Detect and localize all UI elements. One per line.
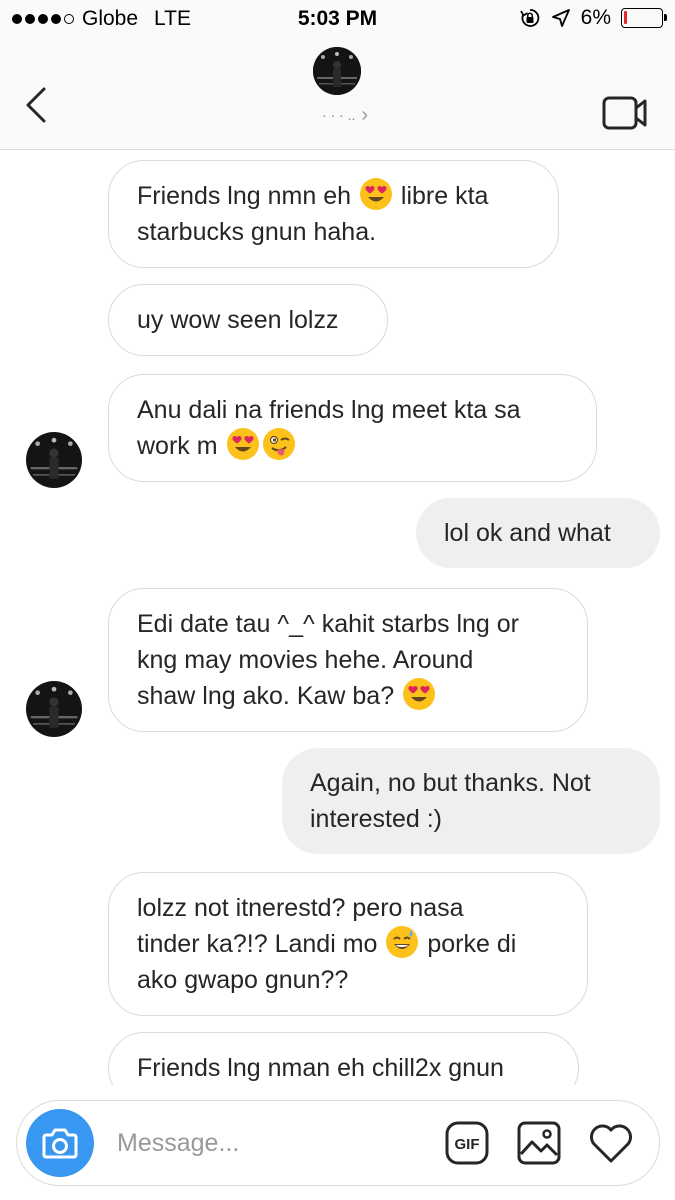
chevron-right-icon: › (361, 103, 369, 126)
message-input[interactable] (117, 1123, 417, 1163)
message-text: kng may movies hehe. Around (137, 646, 474, 674)
heart-eyes-emoji-icon (403, 678, 436, 710)
message-text: Friends lng nman eh chill2x gnun (137, 1054, 504, 1082)
message-text: libre kta (393, 182, 489, 210)
rotation-lock-icon (519, 9, 539, 27)
heart-eyes-emoji-icon (226, 428, 259, 460)
heart-eyes-emoji-icon (359, 178, 392, 210)
message-text: interested :) (310, 805, 443, 833)
battery-level (624, 11, 627, 24)
message-text: Friends lng nmn eh (137, 182, 358, 210)
received-message-bubble[interactable]: Anu dali na friends lng meet kta sa work … (108, 374, 597, 482)
sender-avatar[interactable] (26, 681, 82, 737)
status-right: 6% (519, 6, 667, 30)
conversation-header: · · · .. › (0, 40, 675, 150)
sent-message-bubble[interactable]: lol ok and what (416, 498, 660, 568)
message-text: lolzz not itnerestd? pero nasa (137, 894, 464, 922)
wink-tongue-emoji-icon (262, 428, 295, 460)
message-text: starbucks gnun haha. (137, 218, 377, 246)
message-text: porke di (420, 930, 517, 958)
video-camera-icon[interactable] (602, 96, 648, 130)
message-thread[interactable]: Friends lng nmn eh libre kta starbucks gn… (0, 151, 675, 1085)
message-text: lol ok and what (444, 519, 611, 547)
message-text: shaw lng ako. Kaw ba? (137, 682, 402, 710)
received-message-bubble[interactable]: lolzz not itnerestd? pero nasa tinder ka?… (108, 872, 588, 1016)
sent-message-bubble[interactable]: Again, no but thanks. Not interested :) (282, 748, 660, 854)
gif-label: GIF (455, 1136, 480, 1153)
battery-icon (621, 8, 667, 28)
location-arrow-icon (551, 9, 570, 27)
gif-icon: GIF (445, 1121, 489, 1165)
message-text: tinder ka?!? Landi mo (137, 930, 385, 958)
image-icon[interactable] (517, 1121, 561, 1165)
contact-name-text: · · · .. (321, 107, 356, 123)
camera-button[interactable] (26, 1109, 94, 1177)
sender-avatar[interactable] (26, 432, 82, 488)
sweat-smile-emoji-icon (386, 926, 419, 958)
contact-name[interactable]: · · · .. › (285, 104, 405, 126)
message-text: Anu dali na friends lng meet kta sa (137, 396, 521, 424)
received-message-bubble[interactable]: Edi date tau ^_^ kahit starbs lng or kng … (108, 588, 588, 732)
received-message-bubble[interactable]: Friends lng nmn eh libre kta starbucks gn… (108, 160, 559, 268)
message-text: work m (137, 432, 225, 460)
message-text: Again, no but thanks. Not (310, 769, 591, 797)
message-text: Edi date tau ^_^ kahit starbs lng or (137, 610, 520, 638)
contact-avatar[interactable] (313, 47, 361, 95)
received-message-bubble[interactable]: uy wow seen lolzz (108, 284, 388, 356)
gif-button[interactable]: GIF (445, 1121, 489, 1165)
battery-percent: 6% (580, 6, 611, 29)
status-bar: Globe LTE 5:03 PM 6% (0, 0, 675, 40)
message-text: uy wow seen lolzz (137, 306, 339, 334)
camera-icon (42, 1128, 78, 1159)
message-composer: GIF (16, 1100, 660, 1186)
received-message-bubble[interactable]: Friends lng nman eh chill2x gnun (108, 1032, 579, 1085)
message-text: ako gwapo gnun?? (137, 966, 349, 994)
heart-icon[interactable] (588, 1121, 634, 1165)
chevron-left-icon[interactable] (22, 86, 52, 124)
